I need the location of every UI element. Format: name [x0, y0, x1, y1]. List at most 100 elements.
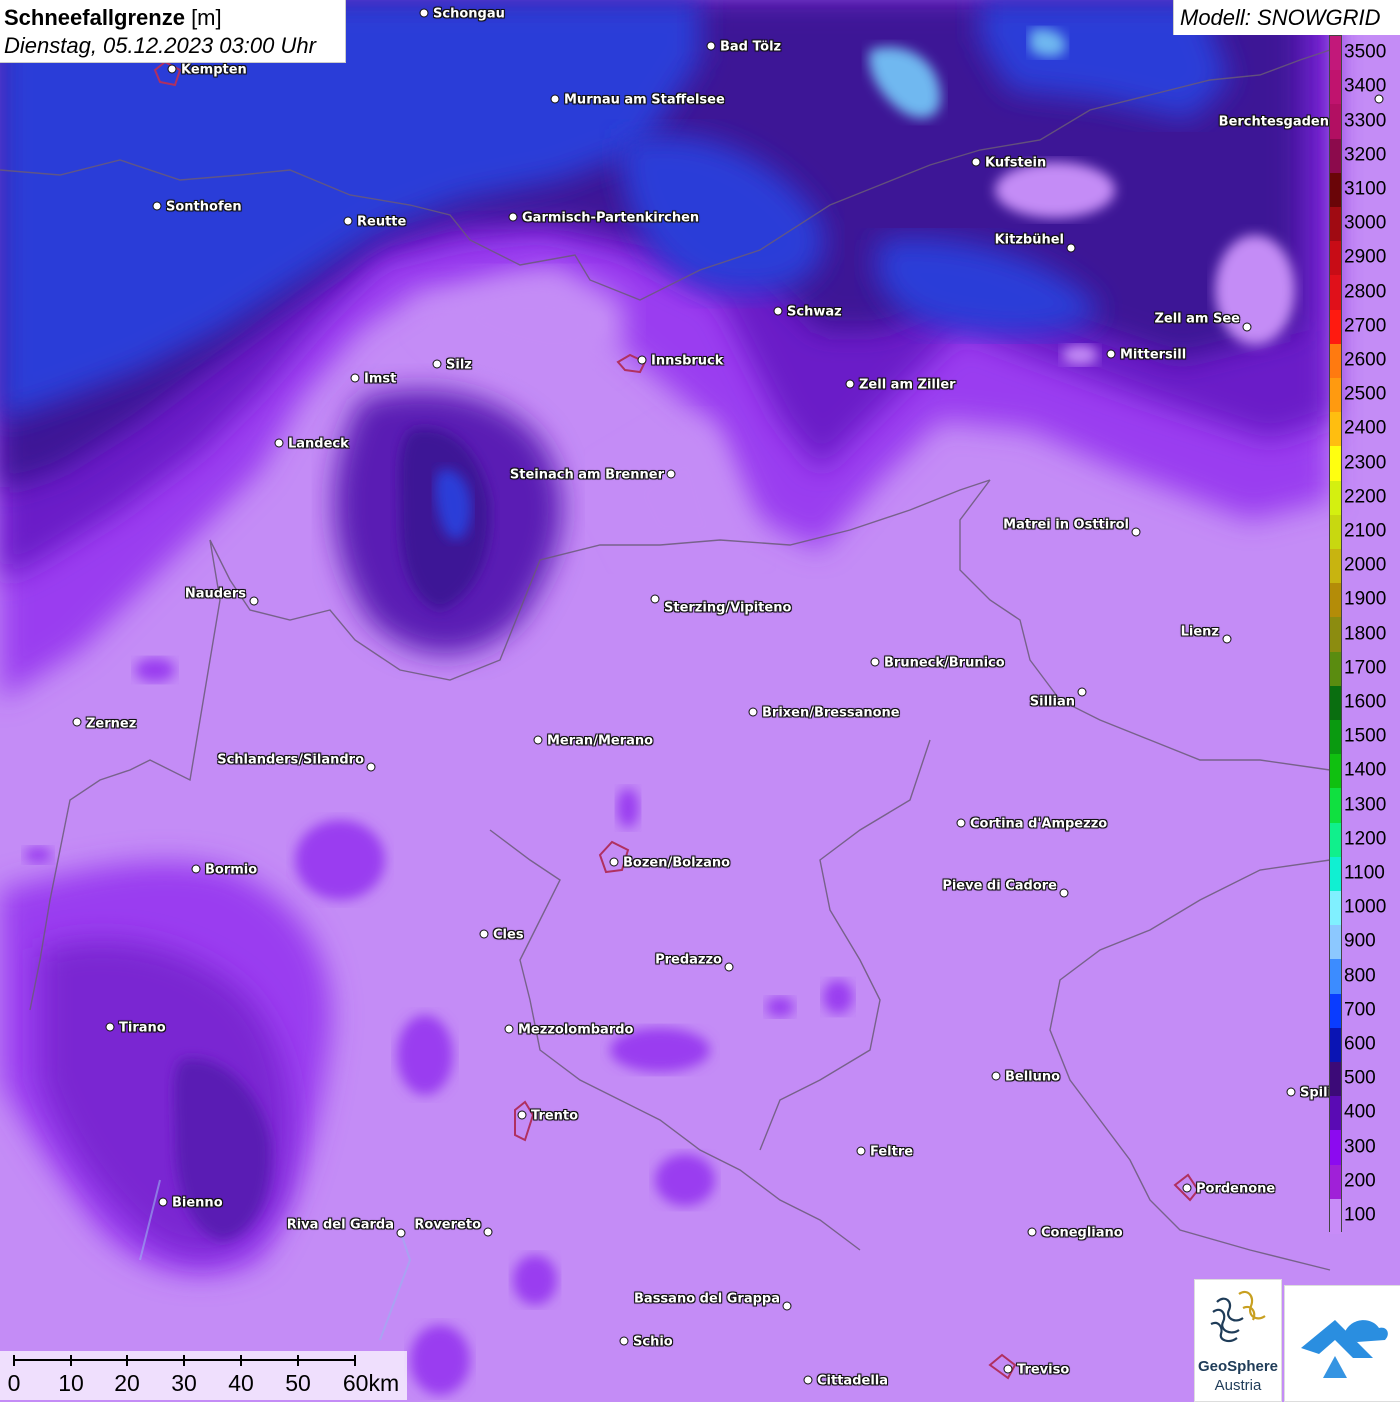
city-label: Brixen/Bressanone [762, 705, 900, 721]
city-label: Spili [1300, 1085, 1333, 1101]
city-dot [158, 1197, 168, 1207]
legend-label: 2200 [1344, 486, 1387, 508]
city-label: Bormio [205, 862, 258, 878]
legend-label: 100 [1344, 1204, 1376, 1226]
legend-label: 300 [1344, 1136, 1376, 1157]
city-label: Rovereto [414, 1217, 481, 1233]
geosphere-emblem-icon [1210, 1290, 1266, 1343]
city-dot [419, 8, 429, 18]
city-label: Pordenone [1196, 1181, 1276, 1197]
legend-label: 2000 [1344, 554, 1387, 576]
legend-label: 2500 [1344, 383, 1387, 405]
legend-color-step [1330, 207, 1341, 242]
city-dot [637, 355, 647, 365]
city-label: Bad Tölz [720, 39, 782, 55]
legend-label: 600 [1344, 1033, 1376, 1055]
city-label: Feltre [870, 1144, 914, 1160]
city-dot [782, 1301, 792, 1311]
city-label: Schlanders/Silandro [217, 752, 364, 768]
city-dot [479, 929, 489, 939]
city-dot [533, 735, 543, 745]
city-dot [432, 359, 442, 369]
legend-color-step [1330, 993, 1341, 1029]
legend-color-step [1330, 617, 1341, 653]
city-dot [366, 762, 376, 772]
city-dot [706, 41, 716, 51]
city-label: Imst [364, 371, 397, 387]
legend-label: 1100 [1344, 862, 1385, 884]
city-label: Nauders [184, 586, 246, 602]
legend-label: 3200 [1344, 144, 1387, 166]
city-label: Cortina d'Ampezzo [970, 816, 1108, 832]
legend-color-step [1330, 1198, 1341, 1234]
legend-color-step [1330, 446, 1341, 482]
city-dot [748, 707, 758, 717]
legend-color-step [1330, 754, 1341, 789]
city-dot [350, 373, 360, 383]
city-label: Reutte [357, 214, 407, 230]
city-label: Pieve di Cadore [942, 878, 1057, 894]
legend-color-step [1330, 651, 1341, 687]
title-text: Schneefallgrenze [4, 5, 185, 30]
legend-label: 2700 [1344, 315, 1387, 337]
map-title-box: Schneefallgrenze [m] Dienstag, 05.12.202… [0, 0, 346, 63]
legend-label: 1000 [1344, 896, 1387, 918]
snow-mountain-logo [1284, 1285, 1400, 1402]
legend-label: 1900 [1344, 588, 1387, 610]
mountain-icon [1301, 1320, 1388, 1378]
city-dot [249, 596, 259, 606]
city-dot [1286, 1087, 1296, 1097]
scale-label: 30 [171, 1370, 197, 1396]
legend-color-step [1330, 275, 1341, 311]
legend-color-step [1330, 343, 1341, 379]
color-legend-bar [1329, 35, 1342, 1234]
city-label: Murnau am Staffelsee [564, 92, 725, 108]
legend-color-step [1330, 788, 1341, 824]
scale-label: 0 [7, 1370, 21, 1396]
city-dot [152, 201, 162, 211]
city-label: Lienz [1180, 624, 1219, 640]
legend-color-step [1330, 1096, 1341, 1131]
city-dot [1027, 1227, 1037, 1237]
legend-color-step [1330, 583, 1341, 618]
city-dot [504, 1024, 514, 1034]
model-label: Modell: SNOWGRID [1180, 5, 1381, 30]
legend-color-step [1330, 1027, 1341, 1063]
legend-label: 1400 [1344, 759, 1387, 781]
city-label: Trento [531, 1108, 579, 1124]
geosphere-logo-line2: Austria [1214, 1377, 1262, 1394]
city-dot [1003, 1364, 1013, 1374]
scale-label: 50 [285, 1370, 311, 1396]
city-dot [396, 1228, 406, 1238]
model-label-box: Modell: SNOWGRID [1173, 0, 1400, 35]
geosphere-logo-line1: GeoSphere [1197, 1358, 1279, 1375]
city-dot [274, 438, 284, 448]
city-label: Meran/Merano [547, 733, 654, 749]
city-dot [1182, 1183, 1192, 1193]
legend-label: 1600 [1344, 691, 1387, 713]
legend-color-step [1330, 36, 1341, 71]
legend-label: 2100 [1344, 520, 1387, 542]
city-label: Kitzbühel [994, 232, 1064, 248]
city-dot [1077, 687, 1087, 697]
legend-label: 2300 [1344, 452, 1387, 473]
legend-color-step [1330, 138, 1341, 174]
legend-color-step [1330, 959, 1341, 995]
city-label: Treviso [1017, 1362, 1070, 1378]
city-dot [508, 212, 518, 222]
legend-label: 2900 [1344, 246, 1387, 268]
city-dot [1066, 243, 1076, 253]
city-dot [971, 157, 981, 167]
legend-label: 2800 [1344, 281, 1387, 302]
legend-color-step [1330, 891, 1341, 926]
city-dot [803, 1375, 813, 1385]
legend-label: 200 [1344, 1170, 1376, 1192]
city-dot [1131, 527, 1141, 537]
legend-label: 3000 [1344, 212, 1387, 234]
city-dot [1059, 888, 1069, 898]
city-dot [724, 962, 734, 972]
legend-color-step [1330, 378, 1341, 413]
city-dot [991, 1071, 1001, 1081]
city-dot [1222, 634, 1232, 644]
city-label: Cittadella [817, 1373, 889, 1389]
